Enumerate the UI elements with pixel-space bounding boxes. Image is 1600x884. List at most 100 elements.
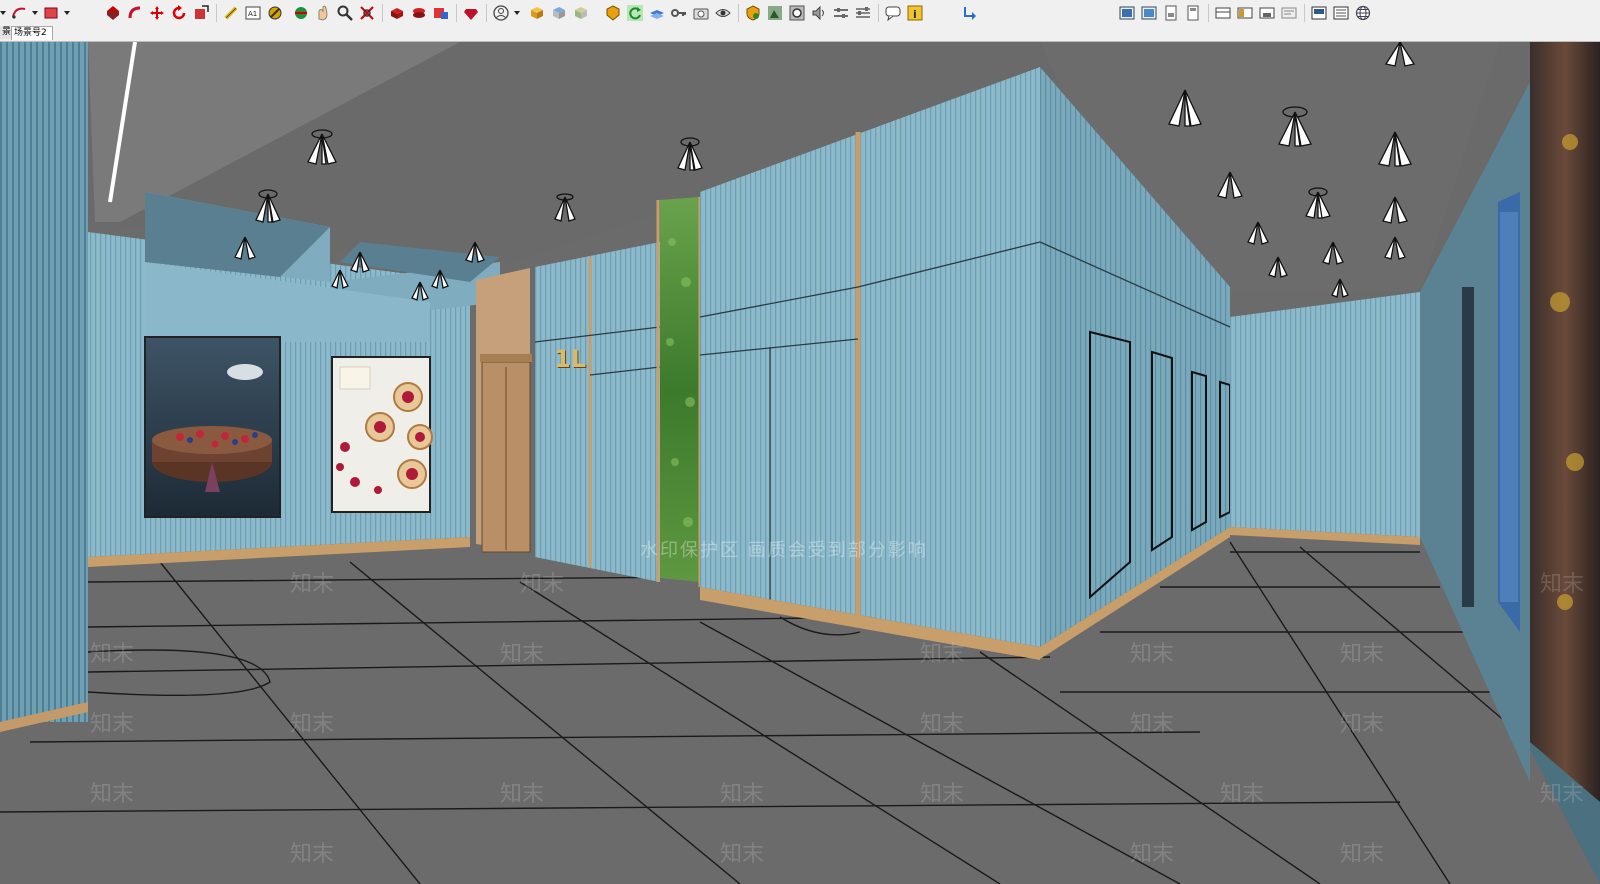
dropdown-arrow-icon[interactable] bbox=[64, 4, 70, 22]
scene-tab-2[interactable]: 场景号2 bbox=[11, 26, 53, 40]
arrow-icon[interactable] bbox=[960, 4, 978, 22]
misc-toolbar bbox=[960, 2, 982, 23]
watermark: 知末 bbox=[720, 782, 765, 807]
toolbar-separator bbox=[1208, 3, 1209, 22]
camera-icon[interactable] bbox=[692, 4, 710, 22]
shield-icon[interactable] bbox=[744, 4, 762, 22]
watermark: 知末 bbox=[290, 712, 335, 737]
render-10-icon[interactable] bbox=[1332, 4, 1350, 22]
toolbar-separator bbox=[216, 3, 217, 22]
watermark: 知末 bbox=[920, 782, 965, 807]
render-toolbar bbox=[1118, 2, 1376, 23]
3d-viewport[interactable]: 1L 水印保护区 画质会受到部分影响 知末 知末 知末 知末 知末 知末 知末 … bbox=[0, 42, 1600, 884]
render-4-icon[interactable] bbox=[1184, 4, 1202, 22]
watermark: 知末 bbox=[290, 572, 335, 597]
pan-icon[interactable] bbox=[314, 4, 332, 22]
render-6-icon[interactable] bbox=[1236, 4, 1254, 22]
top-view-icon[interactable] bbox=[550, 4, 568, 22]
watermark-warning-text: 水印保护区 画质会受到部分影响 bbox=[640, 540, 928, 561]
tart-artwork bbox=[331, 356, 433, 513]
svg-text:i: i bbox=[913, 8, 917, 21]
watermark: 知末 bbox=[1540, 782, 1585, 807]
watermark: 知末 bbox=[720, 842, 765, 867]
toolbar-separator bbox=[738, 3, 739, 22]
shape-icon[interactable] bbox=[42, 4, 60, 22]
push-pull-icon[interactable] bbox=[104, 4, 122, 22]
dropdown-arrow-icon[interactable] bbox=[32, 4, 38, 22]
orbit-icon[interactable] bbox=[292, 4, 310, 22]
views-toolbar bbox=[528, 2, 594, 23]
front-view-icon[interactable] bbox=[572, 4, 590, 22]
render-8-icon[interactable] bbox=[1280, 4, 1298, 22]
scale-icon[interactable] bbox=[192, 4, 210, 22]
zoom-icon[interactable] bbox=[336, 4, 354, 22]
dropdown-arrow-icon[interactable] bbox=[0, 4, 6, 22]
eye-icon[interactable] bbox=[714, 4, 732, 22]
layer-icon[interactable] bbox=[648, 4, 666, 22]
iso-view-icon[interactable] bbox=[528, 4, 546, 22]
photo-icon[interactable] bbox=[766, 4, 784, 22]
watermark: 知末 bbox=[920, 712, 965, 737]
tape-measure-icon[interactable] bbox=[222, 4, 240, 22]
globe-icon[interactable] bbox=[1354, 4, 1372, 22]
move-icon[interactable] bbox=[148, 4, 166, 22]
render-7-icon[interactable] bbox=[1258, 4, 1276, 22]
export-icon[interactable] bbox=[432, 4, 450, 22]
watermark: 知末 bbox=[290, 842, 335, 867]
green-wall bbox=[660, 197, 700, 582]
zoom-extents-icon[interactable] bbox=[358, 4, 376, 22]
toolbar-separator bbox=[878, 3, 879, 22]
draw-toolbar bbox=[0, 2, 74, 23]
component-icon[interactable] bbox=[388, 4, 406, 22]
info-icon[interactable]: i bbox=[906, 4, 924, 22]
refresh-icon[interactable] bbox=[626, 4, 644, 22]
chat-icon[interactable] bbox=[884, 4, 902, 22]
render-2-icon[interactable] bbox=[1140, 4, 1158, 22]
render-3-icon[interactable] bbox=[1162, 4, 1180, 22]
floor-sign: 1L bbox=[554, 345, 586, 373]
watermark: 知末 bbox=[500, 642, 545, 667]
main-toolbar: A1 i bbox=[0, 0, 1600, 25]
svg-text:A1: A1 bbox=[248, 10, 257, 18]
cake-artwork bbox=[144, 336, 281, 518]
watermark: 知末 bbox=[920, 642, 965, 667]
paint-bucket-icon[interactable] bbox=[266, 4, 284, 22]
arc-icon[interactable] bbox=[10, 4, 28, 22]
slider-icon[interactable] bbox=[832, 4, 850, 22]
toolbar-separator bbox=[382, 3, 383, 22]
settings-icon[interactable] bbox=[788, 4, 806, 22]
key-icon[interactable] bbox=[670, 4, 688, 22]
toolbar-separator bbox=[486, 3, 487, 22]
watermark: 知末 bbox=[1130, 642, 1175, 667]
camera-toolbar bbox=[292, 2, 524, 23]
edit-toolbar: A1 bbox=[104, 2, 288, 23]
watermark: 知末 bbox=[1340, 642, 1385, 667]
follow-me-icon[interactable] bbox=[126, 4, 144, 22]
rotate-icon[interactable] bbox=[170, 4, 188, 22]
scene-tab-strip: 景1 场景号2 bbox=[0, 25, 1600, 42]
render-5-icon[interactable] bbox=[1214, 4, 1232, 22]
plugins-toolbar: i bbox=[604, 2, 928, 23]
speaker-icon[interactable] bbox=[810, 4, 828, 22]
watermark: 知末 bbox=[1220, 782, 1265, 807]
rendered-scene bbox=[0, 42, 1600, 884]
material-icon[interactable] bbox=[410, 4, 428, 22]
watermark: 知末 bbox=[520, 572, 565, 597]
watermark: 知末 bbox=[1540, 572, 1585, 597]
render-9-icon[interactable] bbox=[1310, 4, 1328, 22]
dropdown-arrow-icon[interactable] bbox=[514, 4, 520, 22]
watermark: 知末 bbox=[1340, 842, 1385, 867]
toolbar-separator bbox=[456, 3, 457, 22]
text-icon[interactable]: A1 bbox=[244, 4, 262, 22]
watermark: 知末 bbox=[90, 712, 135, 737]
sandbox-icon[interactable] bbox=[604, 4, 622, 22]
user-icon[interactable] bbox=[492, 4, 510, 22]
slider-2-icon[interactable] bbox=[854, 4, 872, 22]
watermark: 知末 bbox=[90, 642, 135, 667]
render-1-icon[interactable] bbox=[1118, 4, 1136, 22]
watermark: 知末 bbox=[90, 782, 135, 807]
watermark: 知末 bbox=[1130, 842, 1175, 867]
watermark: 知末 bbox=[1130, 712, 1175, 737]
watermark: 知末 bbox=[500, 782, 545, 807]
ruby-icon[interactable] bbox=[462, 4, 480, 22]
